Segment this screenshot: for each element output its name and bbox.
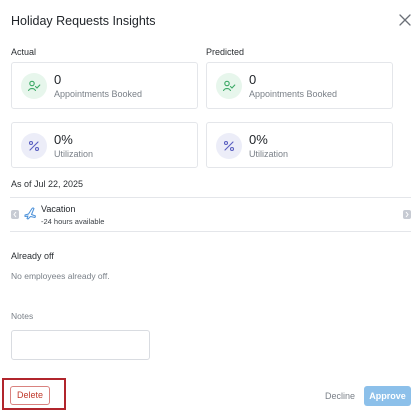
leave-type-name: Vacation [41,204,76,214]
actual-label: Actual [11,47,37,57]
predicted-label: Predicted [206,47,245,57]
chevron-left-icon[interactable] [11,210,19,219]
percent-icon [21,133,47,159]
predicted-appointments-card: 0 Appointments Booked [206,62,393,109]
holiday-requests-insights-dialog: Holiday Requests Insights Actual Predict… [0,0,416,410]
actual-appointments-label: Appointments Booked [54,89,143,99]
leave-available-hours: -24 hours available [41,217,105,226]
as-of-date: As of Jul 22, 2025 [11,179,84,189]
percent-icon [216,133,242,159]
already-off-label: Already off [11,251,54,261]
predicted-utilization-label: Utilization [249,149,289,159]
predicted-appointments-value: 0 [249,72,257,87]
chevron-right-icon[interactable] [403,210,411,219]
predicted-appointments-label: Appointments Booked [249,89,338,99]
approve-button[interactable]: Approve [364,386,411,406]
delete-button[interactable]: Delete [10,386,50,405]
dialog-title: Holiday Requests Insights [11,14,156,28]
notes-label: Notes [11,311,34,321]
already-off-empty-text: No employees already off. [11,271,110,281]
predicted-utilization-value: 0% [249,132,268,147]
actual-utilization-value: 0% [54,132,73,147]
actual-utilization-label: Utilization [54,149,94,159]
appointments-icon [216,73,242,99]
actual-utilization-card: 0% Utilization [11,122,198,168]
decline-button[interactable]: Decline [320,388,360,405]
appointments-icon [21,73,47,99]
actual-appointments-card: 0 Appointments Booked [11,62,198,109]
close-icon[interactable] [398,13,412,27]
notes-input[interactable] [11,330,150,360]
divider [10,197,411,198]
predicted-utilization-card: 0% Utilization [206,122,393,168]
actual-appointments-value: 0 [54,72,62,87]
airplane-icon [23,206,37,220]
divider [10,231,411,232]
